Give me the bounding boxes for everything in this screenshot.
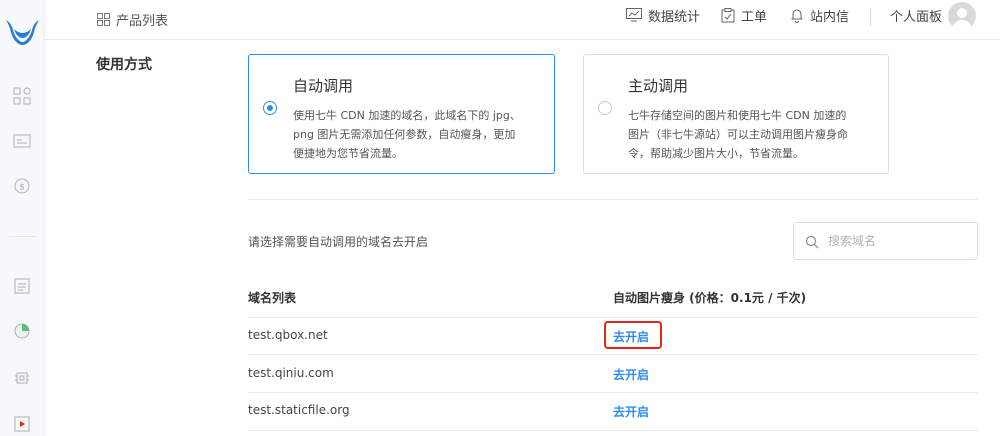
domain-cell: test.qiniu.com bbox=[248, 366, 334, 380]
table-header-auto-slim: 自动图片瘦身 (价格：0.1元 / 千次) bbox=[613, 291, 807, 305]
user-panel-label: 个人面板 bbox=[890, 9, 943, 25]
row-divider bbox=[248, 354, 978, 355]
option-auto-call-card[interactable]: 自动调用 使用七牛 CDN 加速的域名，此域名下的 jpg、png 图片无需添加… bbox=[248, 54, 555, 174]
highlight-box bbox=[604, 321, 662, 349]
auto-call-description: 使用七牛 CDN 加速的域名，此域名下的 jpg、png 图片无需添加任何参数，… bbox=[293, 109, 521, 160]
bell-icon bbox=[791, 9, 803, 23]
user-avatar-icon bbox=[952, 8, 972, 30]
chart-icon bbox=[626, 8, 642, 22]
document-icon[interactable] bbox=[12, 276, 32, 296]
auto-call-radio[interactable] bbox=[263, 101, 277, 115]
nav-statistics-label: 数据统计 bbox=[648, 9, 701, 25]
nav-ticket-label: 工单 bbox=[741, 9, 768, 25]
enable-button[interactable]: 去开启 bbox=[613, 366, 649, 383]
svg-text:$: $ bbox=[19, 183, 25, 193]
top-navigation-bar: 产品列表 数据统计 工单 站内信 个人面板 bbox=[45, 0, 1000, 40]
id-card-icon[interactable] bbox=[12, 131, 32, 151]
nav-divider bbox=[870, 8, 871, 26]
video-icon[interactable] bbox=[12, 414, 32, 434]
nav-statistics[interactable]: 数据统计 bbox=[626, 0, 700, 30]
avatar[interactable] bbox=[948, 2, 976, 30]
user-panel-link[interactable]: 个人面板 bbox=[890, 0, 942, 30]
domain-cell: test.staticfile.org bbox=[248, 403, 350, 417]
option-manual-call-card[interactable]: 主动调用 七牛存储空间的图片和使用七牛 CDN 加速的图片（非七牛源站）可以主动… bbox=[583, 54, 889, 174]
grid-icon bbox=[97, 12, 110, 26]
domain-cell: test.qbox.net bbox=[248, 328, 328, 342]
search-icon bbox=[805, 235, 819, 249]
product-list-label: 产品列表 bbox=[116, 13, 169, 29]
table-header-domain: 域名列表 bbox=[248, 291, 297, 305]
nav-ticket[interactable]: 工单 bbox=[721, 0, 767, 30]
row-divider bbox=[248, 430, 978, 431]
sidebar-divider bbox=[9, 236, 36, 237]
product-list-menu[interactable]: 产品列表 bbox=[97, 8, 168, 30]
section-divider bbox=[248, 199, 978, 200]
nav-messages-label: 站内信 bbox=[810, 9, 850, 25]
qiniu-logo-icon[interactable] bbox=[0, 12, 45, 48]
nav-messages[interactable]: 站内信 bbox=[790, 0, 849, 30]
usage-mode-label: 使用方式 bbox=[96, 57, 152, 73]
products-icon[interactable] bbox=[12, 86, 32, 106]
domain-search-input[interactable] bbox=[828, 232, 968, 250]
enable-button[interactable]: 去开启 bbox=[613, 403, 649, 420]
sidebar: $ bbox=[0, 0, 45, 436]
table-header-divider bbox=[248, 317, 978, 318]
globe-cdn-icon[interactable] bbox=[12, 321, 32, 341]
auto-call-title: 自动调用 bbox=[293, 77, 354, 95]
manual-call-radio[interactable] bbox=[598, 101, 612, 115]
row-divider bbox=[248, 392, 978, 393]
domain-select-instruction: 请选择需要自动调用的域名去开启 bbox=[248, 235, 429, 249]
billing-icon[interactable]: $ bbox=[12, 176, 32, 196]
manual-call-description: 七牛存储空间的图片和使用七牛 CDN 加速的图片（非七牛源站）可以主动调用图片瘦… bbox=[628, 109, 848, 160]
manual-call-title: 主动调用 bbox=[628, 77, 689, 95]
ticket-icon bbox=[721, 7, 735, 22]
chip-icon[interactable] bbox=[12, 368, 32, 388]
domain-search-box[interactable] bbox=[793, 222, 978, 260]
